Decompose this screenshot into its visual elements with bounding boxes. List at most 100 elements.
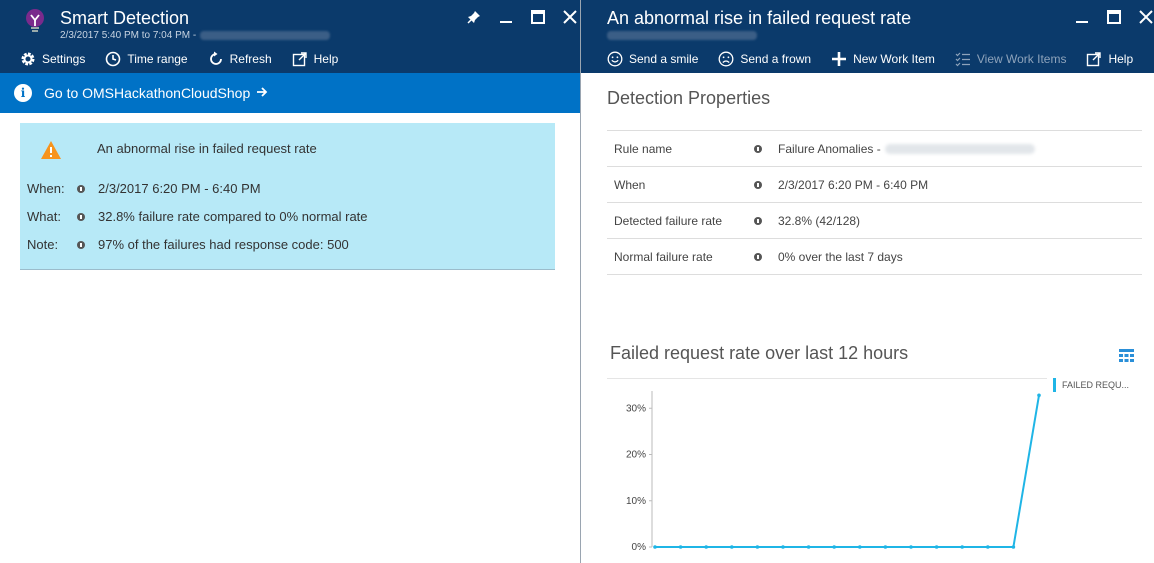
view-work-items-button[interactable]: View Work Items: [955, 51, 1067, 67]
alert-row-value: 2/3/2017 6:20 PM - 6:40 PM: [98, 181, 261, 196]
blade-title: An abnormal rise in failed request rate: [607, 8, 912, 28]
goto-label: Go to OMSHackathonCloudShop: [44, 85, 251, 101]
data-point[interactable]: [1011, 545, 1016, 549]
alert-row-label: Note:: [27, 237, 59, 252]
blade-title: Smart Detection: [60, 8, 190, 28]
minimize-icon[interactable]: [497, 8, 515, 26]
clock-icon: [106, 51, 121, 67]
go-to-resource-link[interactable]: i Go to OMSHackathonCloudShop: [0, 73, 580, 113]
left-blade-header: Smart Detection 2/3/2017 5:40 PM to 7:04…: [0, 0, 580, 73]
redacted-subtitle: [607, 30, 757, 41]
data-point[interactable]: [986, 545, 990, 549]
checklist-icon: [955, 52, 970, 67]
property-name: When: [614, 177, 646, 192]
data-point[interactable]: [755, 545, 760, 549]
right-window-controls: [1073, 8, 1154, 26]
property-row: Rule name Failure Anomalies -: [607, 131, 1142, 167]
data-point[interactable]: [806, 545, 811, 549]
info-icon: i: [14, 84, 32, 102]
y-tick-label: 0%: [632, 542, 647, 553]
alert-title: An abnormal rise in failed request rate: [97, 141, 317, 156]
smile-icon: [607, 51, 623, 67]
data-point[interactable]: [909, 545, 913, 549]
gear-icon: [21, 52, 35, 66]
new-work-item-label: New Work Item: [853, 52, 935, 66]
data-point[interactable]: [653, 545, 657, 549]
new-work-item-button[interactable]: New Work Item: [831, 51, 935, 67]
section-title: Detection Properties: [607, 88, 771, 108]
frown-icon: [718, 51, 734, 67]
right-toolbar: Send a smile Send a frown New Work Item …: [607, 48, 1153, 70]
alert-row-label: When:: [27, 181, 65, 196]
alert-row-when: When: 2/3/2017 6:20 PM - 6:40 PM: [27, 181, 261, 196]
info-icon[interactable]: [77, 240, 85, 249]
left-window-controls: [465, 8, 579, 26]
info-icon[interactable]: [754, 216, 762, 225]
send-frown-button[interactable]: Send a frown: [718, 51, 811, 67]
data-point[interactable]: [883, 545, 888, 549]
grid-view-icon[interactable]: [1119, 349, 1134, 362]
info-icon[interactable]: [754, 252, 762, 261]
help-label: Help: [313, 52, 339, 66]
arrow-right-icon: [256, 85, 268, 101]
settings-button[interactable]: Settings: [20, 51, 85, 67]
alert-row-what: What: 32.8% failure rate compared to 0% …: [27, 209, 368, 224]
data-point[interactable]: [832, 545, 836, 549]
view-work-items-label: View Work Items: [976, 52, 1067, 66]
data-point[interactable]: [934, 545, 939, 549]
warning-icon: [41, 141, 61, 159]
properties-table: Rule name Failure Anomalies - When 2/3/2…: [607, 130, 1142, 275]
smart-detection-blade: Smart Detection 2/3/2017 5:40 PM to 7:04…: [0, 0, 581, 563]
settings-label: Settings: [42, 52, 86, 66]
data-point[interactable]: [704, 545, 708, 549]
y-tick-label: 20%: [626, 450, 646, 461]
property-value: 32.8% (42/128): [778, 213, 861, 228]
refresh-label: Refresh: [229, 52, 272, 66]
pin-icon[interactable]: [465, 8, 483, 26]
info-icon[interactable]: [77, 212, 85, 221]
y-tick-label: 10%: [626, 496, 646, 507]
redacted-text: [884, 143, 1035, 154]
property-value: 0% over the last 7 days: [778, 249, 903, 264]
property-name: Normal failure rate: [614, 249, 713, 264]
info-icon[interactable]: [754, 180, 762, 189]
chart-title: Failed request rate over last 12 hours: [610, 343, 909, 363]
legend-swatch: [1053, 378, 1056, 392]
property-name: Rule name: [614, 141, 673, 156]
time-subtitle: 2/3/2017 5:40 PM to 7:04 PM -: [60, 30, 331, 41]
property-value: Failure Anomalies -: [778, 141, 881, 156]
close-icon[interactable]: [561, 8, 579, 26]
data-point[interactable]: [678, 545, 683, 549]
alert-row-value: 97% of the failures had response code: 5…: [98, 237, 349, 252]
data-point[interactable]: [1037, 393, 1041, 398]
left-toolbar: Settings Time range Refresh Help: [20, 48, 358, 70]
minimize-icon[interactable]: [1073, 8, 1091, 26]
data-point[interactable]: [730, 545, 734, 549]
lightbulb-icon: [26, 9, 44, 32]
send-smile-label: Send a smile: [629, 52, 699, 66]
data-point[interactable]: [960, 545, 964, 549]
legend-label: FAILED REQU...: [1062, 380, 1130, 390]
close-icon[interactable]: [1137, 8, 1154, 26]
right-blade-header: An abnormal rise in failed request rate …: [581, 0, 1154, 73]
chart-legend[interactable]: FAILED REQU...: [1053, 378, 1129, 392]
chart-area: 30% 20% 10% 0%: [607, 378, 1047, 563]
info-icon[interactable]: [77, 184, 85, 193]
info-icon[interactable]: [754, 144, 762, 153]
help-button[interactable]: Help: [1086, 51, 1133, 67]
property-row: Detected failure rate 32.8% (42/128): [607, 203, 1142, 239]
data-point[interactable]: [781, 545, 785, 549]
failed-request-chart: 30% 20% 10% 0%: [626, 391, 1041, 553]
property-value: 2/3/2017 6:20 PM - 6:40 PM: [778, 177, 929, 192]
time-range-button[interactable]: Time range: [105, 51, 188, 67]
alert-row-label: What:: [27, 209, 61, 224]
send-smile-button[interactable]: Send a smile: [607, 51, 698, 67]
maximize-icon[interactable]: [529, 8, 547, 26]
alert-row-note: Note: 97% of the failures had response c…: [27, 237, 349, 252]
data-point[interactable]: [858, 545, 862, 549]
help-button[interactable]: Help: [292, 51, 339, 67]
maximize-icon[interactable]: [1105, 8, 1123, 26]
refresh-button[interactable]: Refresh: [208, 51, 272, 67]
time-range-label: Time range: [127, 52, 188, 66]
property-row: Normal failure rate 0% over the last 7 d…: [607, 239, 1142, 275]
